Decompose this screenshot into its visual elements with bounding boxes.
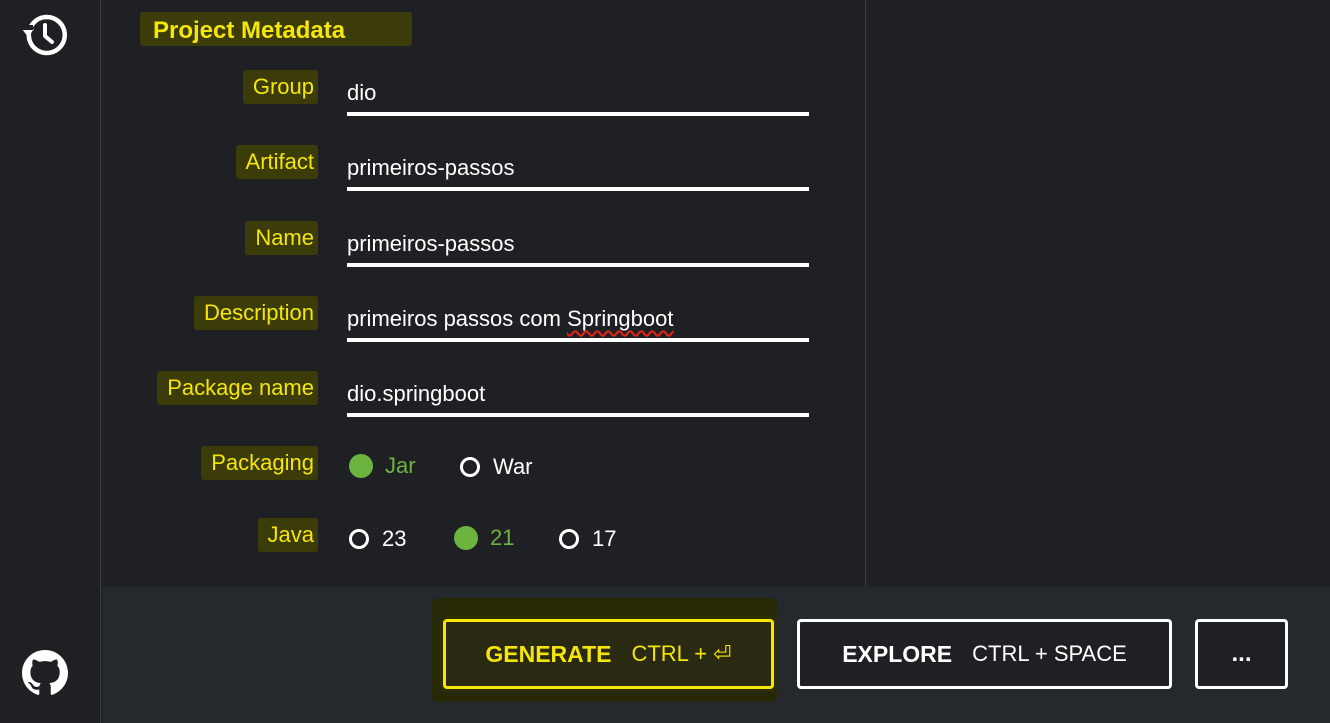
panel-divider xyxy=(865,0,866,587)
java-option-label: 23 xyxy=(382,526,407,551)
java-option-label: 17 xyxy=(592,526,617,551)
history-icon[interactable] xyxy=(21,11,69,59)
radio-unselected-icon xyxy=(349,529,369,549)
artifact-field[interactable] xyxy=(347,151,809,191)
misspelled-word: Springboot xyxy=(567,306,674,331)
packaging-option-jar[interactable]: Jar xyxy=(349,453,416,479)
generate-shortcut: CTRL + ⏎ xyxy=(631,641,732,666)
description-input[interactable]: primeiros passos com Springboot xyxy=(347,302,809,336)
generate-label: GENERATE xyxy=(485,640,612,667)
name-field[interactable] xyxy=(347,227,809,267)
explore-button[interactable]: EXPLORE CTRL + SPACE xyxy=(797,619,1172,689)
description-value: primeiros passos com xyxy=(347,306,568,331)
artifact-label: Artifact xyxy=(235,145,318,179)
group-input[interactable] xyxy=(347,76,809,110)
generate-button[interactable]: GENERATE CTRL + ⏎ xyxy=(443,619,774,689)
explore-label: EXPLORE xyxy=(842,640,953,667)
group-label: Group xyxy=(242,70,318,104)
radio-unselected-icon xyxy=(460,457,480,477)
packaging-option-label: War xyxy=(493,454,533,479)
radio-selected-icon xyxy=(349,454,373,478)
package-name-input[interactable] xyxy=(347,377,809,411)
sidebar xyxy=(0,0,101,723)
java-option-21[interactable]: 21 xyxy=(454,525,514,551)
group-field[interactable] xyxy=(347,76,809,116)
package-name-field[interactable] xyxy=(347,377,809,417)
description-label: Description xyxy=(193,296,318,330)
radio-unselected-icon xyxy=(559,529,579,549)
github-icon[interactable] xyxy=(22,650,68,696)
description-field[interactable]: primeiros passos com Springboot xyxy=(347,302,809,342)
section-title: Project Metadata xyxy=(140,12,412,46)
explore-shortcut: CTRL + SPACE xyxy=(972,641,1127,666)
package-name-label: Package name xyxy=(157,371,318,405)
java-option-label: 21 xyxy=(490,525,515,550)
name-label: Name xyxy=(245,221,318,255)
more-options-button[interactable]: ... xyxy=(1195,619,1288,689)
radio-selected-icon xyxy=(454,526,478,550)
packaging-option-war[interactable]: War xyxy=(460,454,533,480)
packaging-label: Packaging xyxy=(201,446,318,480)
packaging-option-label: Jar xyxy=(385,453,416,478)
java-option-17[interactable]: 17 xyxy=(559,526,616,552)
artifact-input[interactable] xyxy=(347,151,809,185)
name-input[interactable] xyxy=(347,227,809,261)
java-label: Java xyxy=(257,518,318,552)
java-option-23[interactable]: 23 xyxy=(349,526,406,552)
